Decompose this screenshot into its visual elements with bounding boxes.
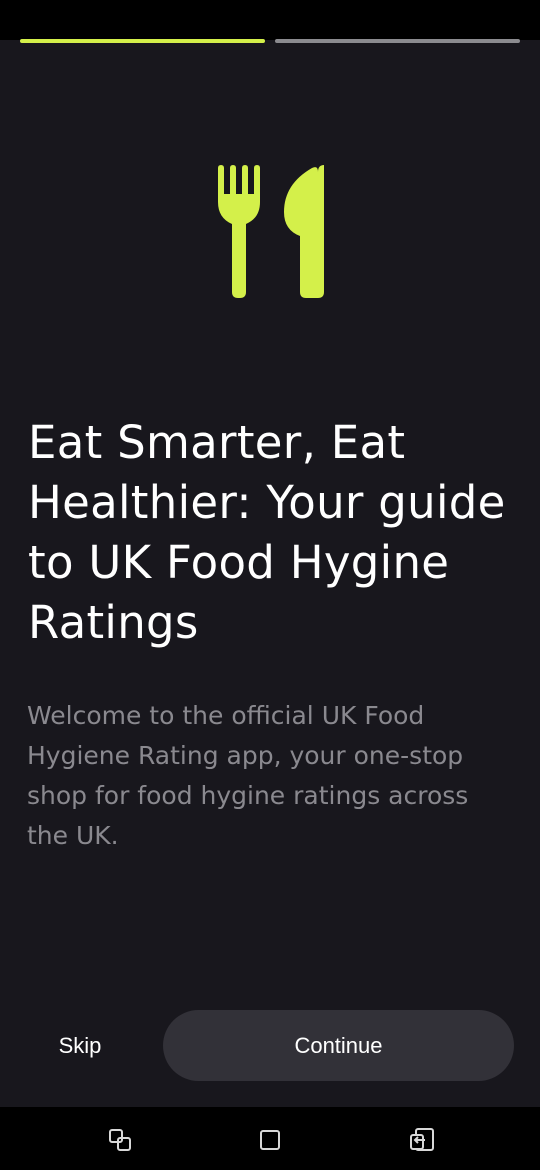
skip-button[interactable]: Skip — [30, 1010, 130, 1082]
home-icon — [260, 1130, 280, 1150]
recent-apps-button[interactable] — [105, 1125, 135, 1155]
back-icon — [410, 1128, 434, 1151]
recent-apps-icon — [109, 1129, 131, 1151]
onboarding-screen: Eat Smarter, Eat Healthier: Your guide t… — [0, 0, 540, 1170]
onboarding-progress — [20, 39, 520, 44]
back-button[interactable] — [407, 1125, 437, 1155]
home-button[interactable] — [255, 1125, 285, 1155]
progress-segment-2 — [275, 39, 520, 43]
status-bar — [0, 0, 540, 40]
system-navigation-bar — [0, 1107, 540, 1170]
welcome-description: Welcome to the official UK Food Hygiene … — [27, 701, 469, 850]
page-title: Eat Smarter, Eat Healthier: Your guide t… — [28, 416, 506, 649]
continue-button[interactable]: Continue — [163, 1010, 514, 1081]
progress-segment-1 — [20, 39, 265, 43]
fork-knife-icon — [218, 165, 324, 298]
